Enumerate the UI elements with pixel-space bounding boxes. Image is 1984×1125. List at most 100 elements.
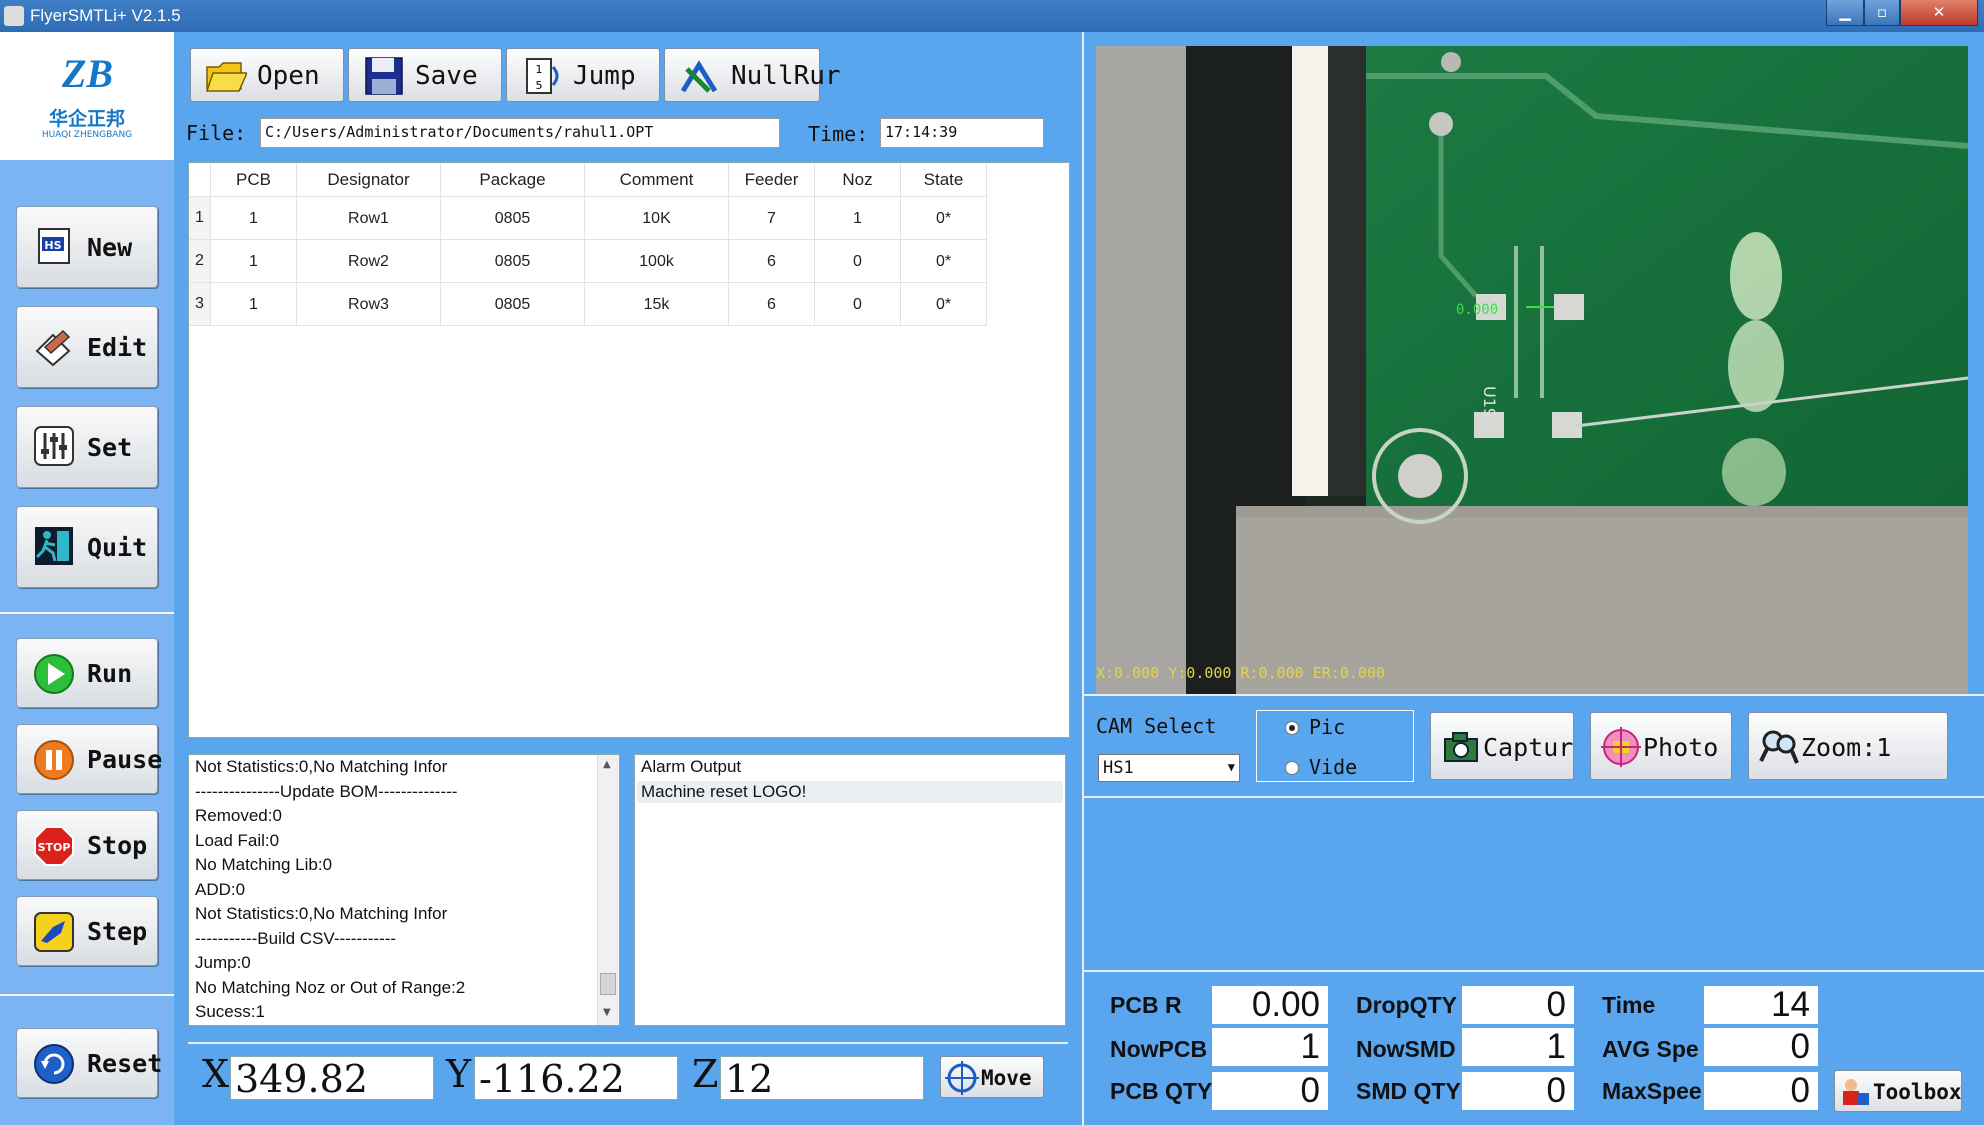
column-header-state[interactable]: State <box>901 163 987 197</box>
toolbox-button[interactable]: Toolbox <box>1834 1070 1962 1112</box>
quit-button[interactable]: Quit <box>16 506 158 588</box>
cam-select-dropdown[interactable]: HS1 ▼ <box>1098 754 1240 782</box>
log-line: Load Fail:0 <box>195 831 280 850</box>
capture-button[interactable]: Captur <box>1430 712 1574 780</box>
camera-image: U19 0.000 <box>1096 46 1968 694</box>
y-axis-label: Y <box>446 1052 472 1096</box>
table-cell[interactable]: 6 <box>729 240 815 283</box>
run-button[interactable]: Run <box>16 638 158 708</box>
vide-label: Vide <box>1309 755 1358 779</box>
row-number[interactable]: 1 <box>189 197 211 240</box>
jump-icon: 1 5 <box>526 58 559 94</box>
table-cell[interactable]: 1 <box>211 240 297 283</box>
table-cell[interactable]: 1 <box>211 197 297 240</box>
table-cell[interactable]: 6 <box>729 283 815 326</box>
edit-button[interactable]: Edit <box>16 306 158 388</box>
smd-qty-value: 0 <box>1462 1072 1574 1110</box>
table-cell[interactable]: 0805 <box>441 240 585 283</box>
table-cell[interactable]: 0 <box>815 283 901 326</box>
nowsmd-value: 1 <box>1462 1028 1574 1066</box>
log-line: Jump:0 <box>195 953 251 972</box>
table-cell[interactable]: 0* <box>901 240 987 283</box>
step-button[interactable]: Step <box>16 896 158 966</box>
pause-button[interactable]: Pause <box>16 724 162 794</box>
pic-radio[interactable] <box>1285 721 1299 735</box>
log-line: -----------Build CSV----------- <box>195 929 397 948</box>
alarm-title: Alarm Output <box>641 757 742 776</box>
nullrun-button[interactable]: NullRur <box>664 48 841 102</box>
column-header-pcb[interactable]: PCB <box>211 163 297 197</box>
y-coordinate-field[interactable]: -116.22 <box>474 1056 678 1101</box>
x-coordinate-field[interactable]: 349.82 <box>230 1056 434 1101</box>
column-header-designator[interactable]: Designator <box>297 163 441 197</box>
chevron-down-icon: ▼ <box>1227 760 1235 774</box>
close-button[interactable]: ✕ <box>1900 0 1978 26</box>
pcb-r-value: 0.00 <box>1212 986 1328 1024</box>
table-cell[interactable]: Row1 <box>297 197 441 240</box>
row-number[interactable]: 3 <box>189 283 211 326</box>
table-cell[interactable]: 0805 <box>441 197 585 240</box>
table-cell[interactable]: 15k <box>585 283 729 326</box>
column-header-comment[interactable]: Comment <box>585 163 729 197</box>
z-coordinate-field[interactable]: 12 <box>720 1056 924 1101</box>
logo-cn-text: 华企正邦 <box>48 108 125 130</box>
pause-label: Pause <box>87 745 163 774</box>
maximize-button[interactable]: ▫ <box>1864 0 1900 26</box>
column-header-package[interactable]: Package <box>441 163 585 197</box>
table-cell[interactable]: 1 <box>815 197 901 240</box>
camera-view[interactable]: U19 0.000 <box>1096 46 1968 694</box>
log-output[interactable]: Not Statistics:0,No Matching Infor -----… <box>188 754 620 1026</box>
stop-label: Stop <box>87 831 148 860</box>
column-header-feeder[interactable]: Feeder <box>729 163 815 197</box>
table-cell[interactable]: 100k <box>585 240 729 283</box>
jump-button[interactable]: 1 5 Jump <box>506 48 660 102</box>
alarm-output[interactable]: Alarm Output Machine reset LOGO! <box>634 754 1066 1026</box>
row-number[interactable]: 2 <box>189 240 211 283</box>
photo-button[interactable]: Photo <box>1590 712 1732 780</box>
save-button[interactable]: Save <box>348 48 502 102</box>
scroll-down-icon[interactable]: ▼ <box>603 1007 611 1018</box>
reset-button[interactable]: Reset <box>16 1028 162 1098</box>
stop-button[interactable]: STOP Stop <box>16 810 158 880</box>
table-cell[interactable]: 1 <box>211 283 297 326</box>
scroll-up-icon[interactable]: ▲ <box>603 759 611 770</box>
save-label: Save <box>415 61 478 91</box>
column-header-noz[interactable]: Noz <box>815 163 901 197</box>
table-cell[interactable]: 7 <box>729 197 815 240</box>
camera-marker-text: 0.000 <box>1456 302 1498 318</box>
nullrun-label: NullRur <box>731 61 841 91</box>
bom-table: PCB Designator Package Comment Feeder No… <box>188 162 1070 738</box>
vide-radio[interactable] <box>1285 761 1299 775</box>
logo-mark: ZB <box>62 51 114 96</box>
new-button[interactable]: HS New <box>16 206 158 288</box>
move-button[interactable]: Move <box>940 1056 1044 1098</box>
svg-text:HS: HS <box>44 239 61 252</box>
zoom-button[interactable]: Zoom:1 <box>1748 712 1948 780</box>
set-label: Set <box>87 433 133 462</box>
log-scrollbar[interactable]: ▲ ▼ <box>597 755 619 1025</box>
table-cell[interactable]: 10K <box>585 197 729 240</box>
new-label: New <box>87 233 133 262</box>
toolbox-label: Toolbox <box>1873 1080 1962 1104</box>
log-line: No Matching Lib:0 <box>195 855 333 874</box>
file-path-field[interactable]: C:/Users/Administrator/Documents/rahul1.… <box>260 118 780 148</box>
table-cell[interactable]: Row3 <box>297 283 441 326</box>
log-line: Sucess:1 <box>195 1002 265 1021</box>
table-cell[interactable]: 0 <box>815 240 901 283</box>
reset-label: Reset <box>87 1049 163 1078</box>
table-cell[interactable]: Row2 <box>297 240 441 283</box>
new-file-icon: HS <box>38 228 70 264</box>
log-line: ---------------Update BOM-------------- <box>195 782 458 801</box>
dropqty-label: DropQTY <box>1356 992 1457 1018</box>
table-cell[interactable]: 0805 <box>441 283 585 326</box>
avg-speed-label: AVG Spe <box>1602 1036 1699 1062</box>
nullrun-icon <box>680 60 718 93</box>
cam-select-label: CAM Select <box>1096 714 1217 738</box>
open-button[interactable]: Open <box>190 48 344 102</box>
table-cell[interactable]: 0* <box>901 283 987 326</box>
table-cell[interactable]: 0* <box>901 197 987 240</box>
set-button[interactable]: Set <box>16 406 158 488</box>
scroll-thumb[interactable] <box>600 973 616 995</box>
minimize-button[interactable]: ▁ <box>1826 0 1864 26</box>
pcb-qty-value: 0 <box>1212 1072 1328 1110</box>
